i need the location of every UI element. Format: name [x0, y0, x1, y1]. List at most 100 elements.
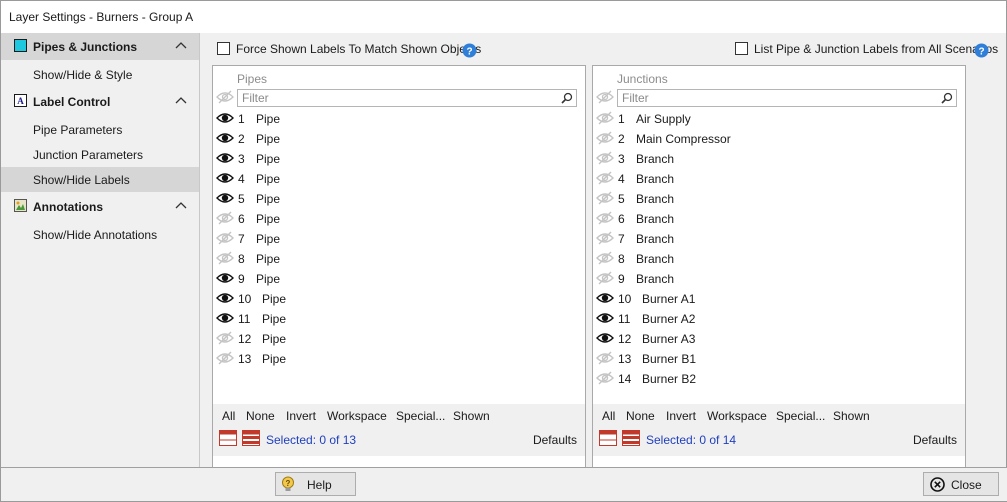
list-item[interactable]: 3 Pipe [213, 148, 585, 168]
list-item[interactable]: 7 Pipe [213, 228, 585, 248]
sidebar-item-pipe-parameters[interactable]: Pipe Parameters [1, 117, 199, 142]
action-none[interactable]: None [626, 409, 655, 423]
action-workspace[interactable]: Workspace [707, 409, 767, 423]
item-number: 9 [238, 272, 245, 286]
action-special[interactable]: Special... [776, 409, 825, 423]
action-all[interactable]: All [222, 409, 235, 423]
list-item[interactable]: 4 Pipe [213, 168, 585, 188]
list-all-scenarios-checkbox[interactable] [735, 42, 748, 55]
collapse-all-icon[interactable] [219, 430, 237, 446]
list-item[interactable]: 10 Pipe [213, 288, 585, 308]
list-item[interactable]: 8 Pipe [213, 248, 585, 268]
section-annotations[interactable]: Annotations [1, 193, 199, 220]
junctions-filter-input[interactable] [619, 90, 939, 106]
item-number: 12 [618, 332, 632, 346]
list-item[interactable]: 5 Pipe [213, 188, 585, 208]
eye-icon[interactable] [216, 191, 234, 205]
list-item[interactable]: 4 Branch [593, 168, 965, 188]
eye-slash-icon[interactable] [216, 90, 234, 104]
question-circle-icon[interactable]: ? [462, 43, 477, 58]
eye-slash-icon[interactable] [596, 371, 614, 385]
eye-icon[interactable] [596, 331, 614, 345]
eye-slash-icon[interactable] [596, 171, 614, 185]
eye-slash-icon[interactable] [596, 351, 614, 365]
eye-icon[interactable] [216, 171, 234, 185]
eye-slash-icon[interactable] [596, 111, 614, 125]
list-item[interactable]: 6 Branch [593, 208, 965, 228]
expand-all-icon[interactable] [622, 430, 640, 446]
eye-icon[interactable] [216, 271, 234, 285]
action-shown[interactable]: Shown [453, 409, 490, 423]
pipes-defaults-button[interactable]: Defaults [533, 433, 577, 447]
eye-icon[interactable] [216, 291, 234, 305]
question-circle-icon[interactable]: ? [974, 43, 989, 58]
eye-slash-icon[interactable] [596, 251, 614, 265]
force-labels-checkbox[interactable] [217, 42, 230, 55]
collapse-all-icon[interactable] [599, 430, 617, 446]
eye-icon[interactable] [596, 291, 614, 305]
chevron-up-icon[interactable] [175, 201, 187, 211]
list-item[interactable]: 11 Pipe [213, 308, 585, 328]
svg-text:?: ? [466, 47, 472, 58]
svg-text:?: ? [978, 47, 984, 58]
eye-icon[interactable] [596, 311, 614, 325]
list-item[interactable]: 2 Pipe [213, 128, 585, 148]
search-icon[interactable] [941, 92, 953, 104]
eye-slash-icon[interactable] [216, 211, 234, 225]
chevron-up-icon[interactable] [175, 96, 187, 106]
list-item[interactable]: 8 Branch [593, 248, 965, 268]
action-invert[interactable]: Invert [666, 409, 696, 423]
eye-slash-icon[interactable] [596, 191, 614, 205]
eye-slash-icon[interactable] [216, 331, 234, 345]
list-item[interactable]: 13 Burner B1 [593, 348, 965, 368]
section-pipes-junctions[interactable]: Pipes & Junctions [1, 33, 199, 60]
list-item[interactable]: 13 Pipe [213, 348, 585, 368]
list-item[interactable]: 5 Branch [593, 188, 965, 208]
list-item[interactable]: 12 Pipe [213, 328, 585, 348]
list-item[interactable]: 7 Branch [593, 228, 965, 248]
sidebar-item-show-hide-style[interactable]: Show/Hide & Style [1, 62, 199, 87]
eye-icon[interactable] [216, 131, 234, 145]
section-label-control[interactable]: A Label Control [1, 88, 199, 115]
sidebar-item-show-hide-labels[interactable]: Show/Hide Labels [1, 167, 199, 192]
action-all[interactable]: All [602, 409, 615, 423]
list-item[interactable]: 1 Air Supply [593, 108, 965, 128]
list-item[interactable]: 11 Burner A2 [593, 308, 965, 328]
eye-slash-icon[interactable] [596, 131, 614, 145]
list-item[interactable]: 9 Pipe [213, 268, 585, 288]
eye-slash-icon[interactable] [216, 251, 234, 265]
list-item[interactable]: 9 Branch [593, 268, 965, 288]
eye-slash-icon[interactable] [596, 151, 614, 165]
eye-slash-icon[interactable] [596, 271, 614, 285]
list-item[interactable]: 3 Branch [593, 148, 965, 168]
list-item[interactable]: 6 Pipe [213, 208, 585, 228]
junctions-defaults-button[interactable]: Defaults [913, 433, 957, 447]
list-item[interactable]: 10 Burner A1 [593, 288, 965, 308]
eye-icon[interactable] [216, 111, 234, 125]
eye-slash-icon[interactable] [216, 231, 234, 245]
chevron-up-icon[interactable] [175, 41, 187, 51]
sidebar-item-junction-parameters[interactable]: Junction Parameters [1, 142, 199, 167]
action-special[interactable]: Special... [396, 409, 445, 423]
action-workspace[interactable]: Workspace [327, 409, 387, 423]
action-shown[interactable]: Shown [833, 409, 870, 423]
action-invert[interactable]: Invert [286, 409, 316, 423]
list-item[interactable]: 2 Main Compressor [593, 128, 965, 148]
list-item[interactable]: 1 Pipe [213, 108, 585, 128]
eye-icon[interactable] [216, 151, 234, 165]
expand-all-icon[interactable] [242, 430, 260, 446]
eye-icon[interactable] [216, 311, 234, 325]
list-item[interactable]: 12 Burner A3 [593, 328, 965, 348]
help-button[interactable]: ? Help [275, 472, 356, 496]
close-button[interactable]: Close [923, 472, 999, 496]
search-icon[interactable] [561, 92, 573, 104]
eye-slash-icon[interactable] [596, 90, 614, 104]
dialog-body: Pipes & Junctions Show/Hide & Style A La… [0, 33, 1007, 502]
eye-slash-icon[interactable] [216, 351, 234, 365]
action-none[interactable]: None [246, 409, 275, 423]
eye-slash-icon[interactable] [596, 231, 614, 245]
pipes-filter-input[interactable] [239, 90, 559, 106]
list-item[interactable]: 14 Burner B2 [593, 368, 965, 388]
eye-slash-icon[interactable] [596, 211, 614, 225]
sidebar-item-show-hide-annotations[interactable]: Show/Hide Annotations [1, 222, 199, 247]
